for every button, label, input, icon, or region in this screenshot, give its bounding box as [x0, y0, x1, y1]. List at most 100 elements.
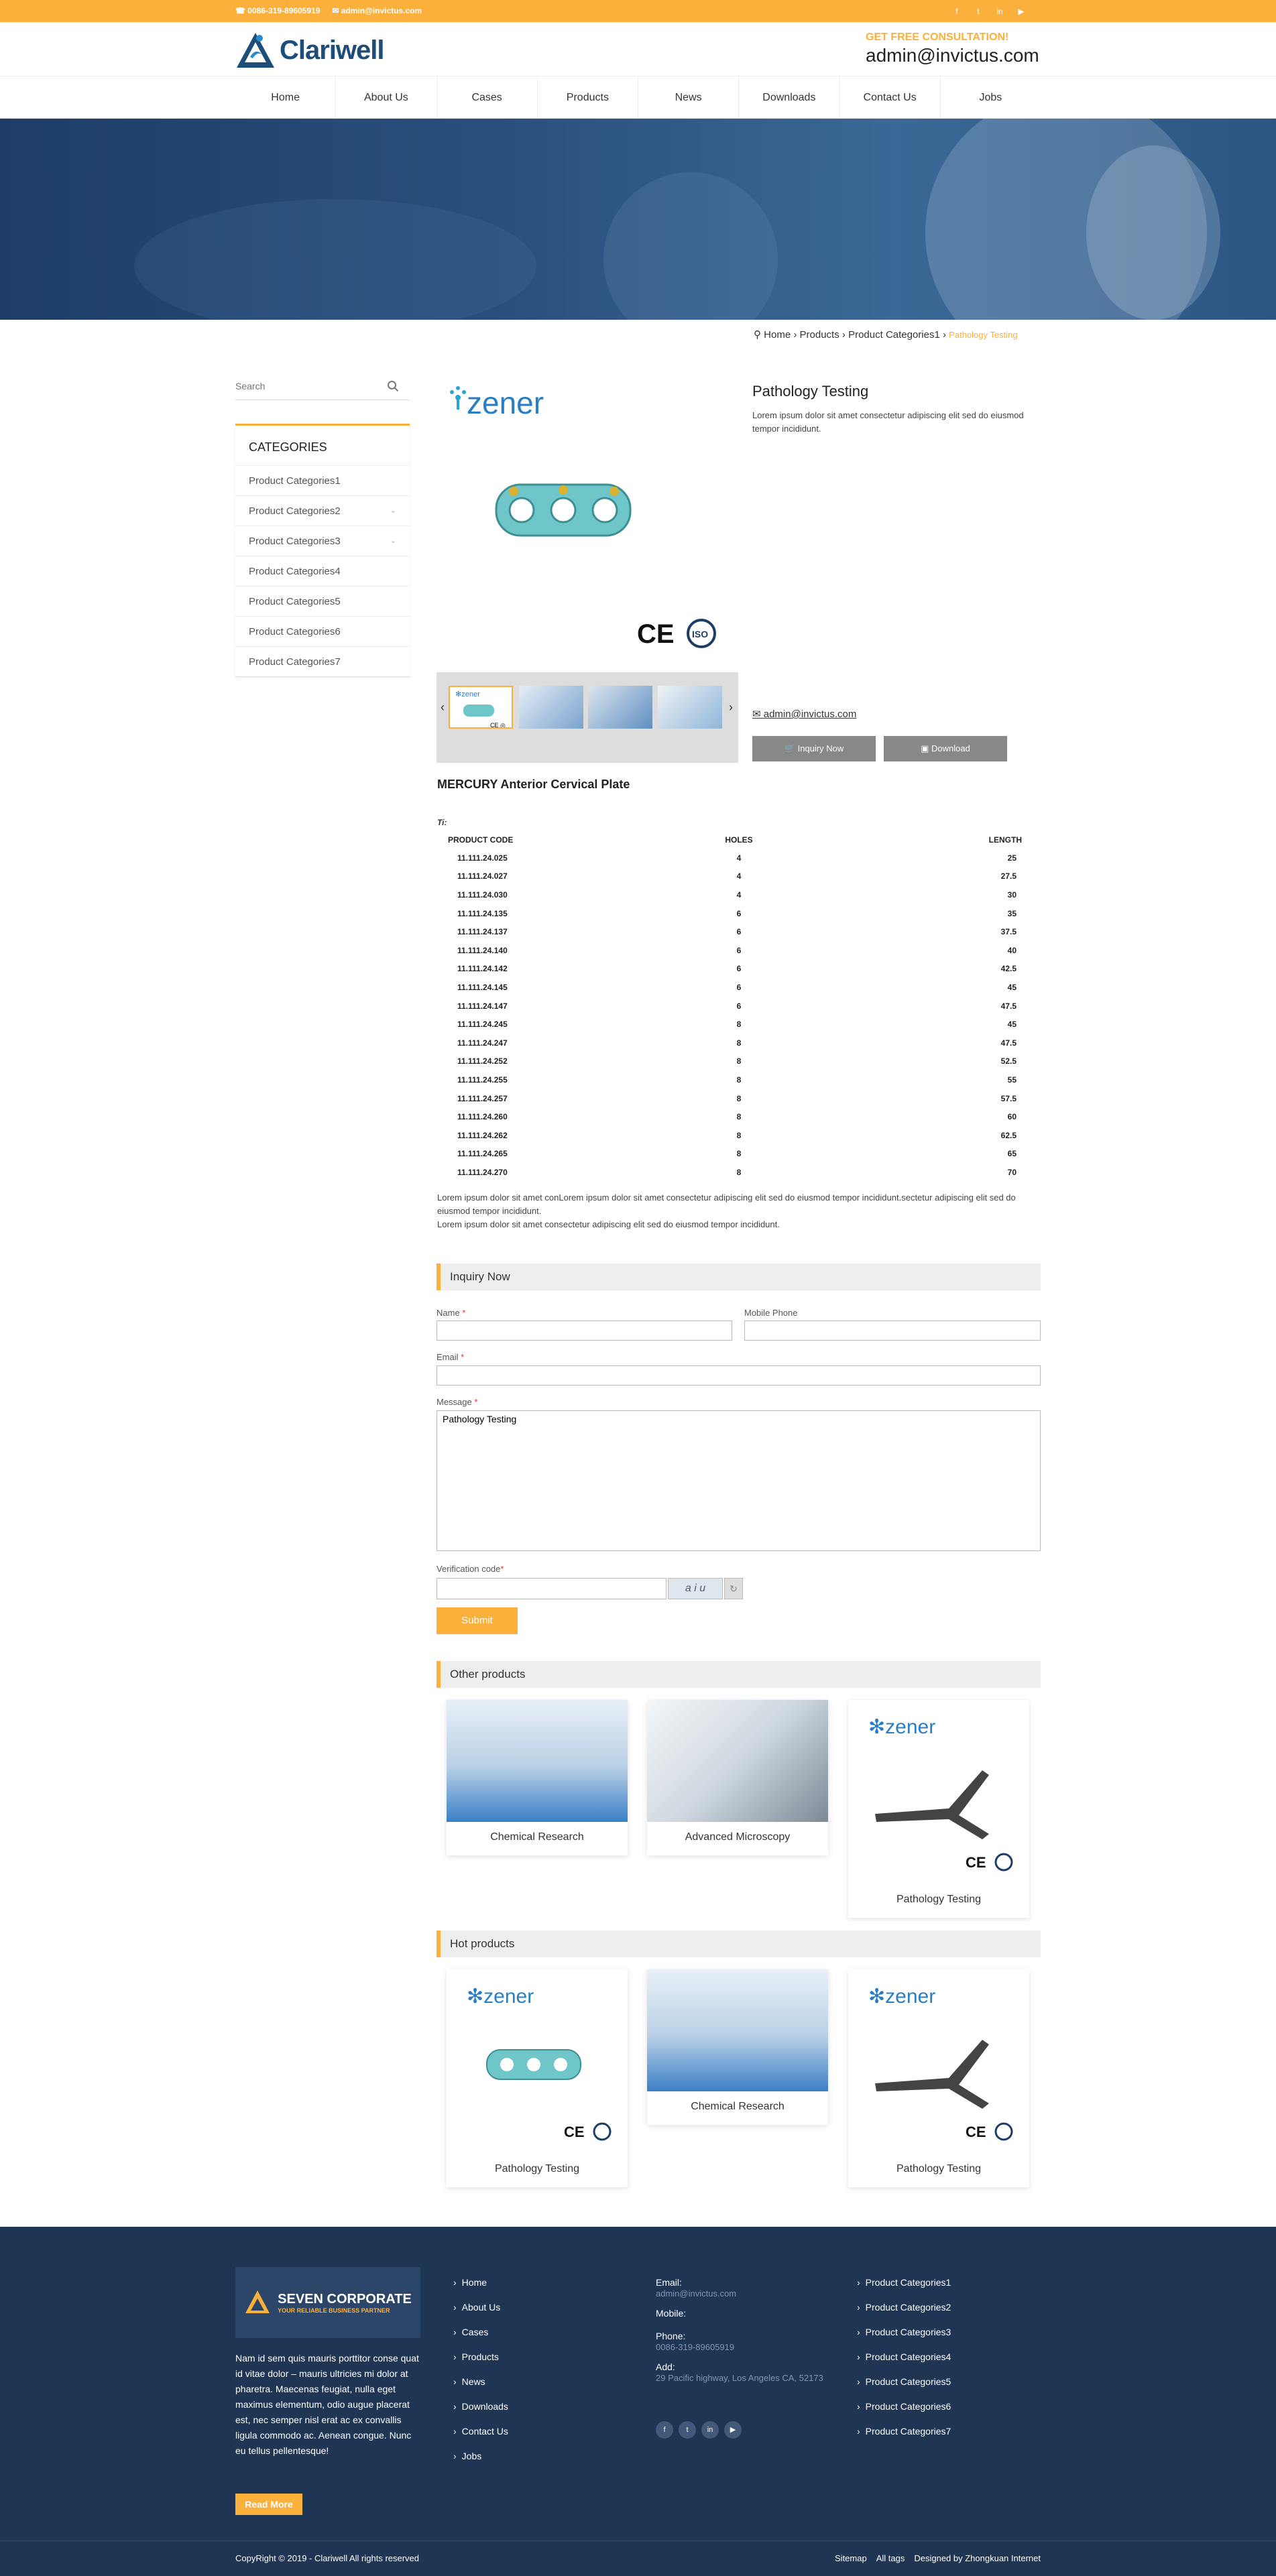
nav-downloads[interactable]: Downloads: [738, 76, 839, 119]
category-item-5[interactable]: Product Categories5: [235, 586, 410, 616]
read-more-button[interactable]: Read More: [235, 2494, 302, 2515]
youtube-icon[interactable]: ▶: [724, 2421, 742, 2439]
card-caption[interactable]: Chemical Research: [647, 2091, 828, 2125]
nav-products[interactable]: Products: [536, 76, 638, 119]
message-field[interactable]: Pathology Testing: [437, 1410, 1041, 1551]
sidebar-search: [235, 373, 410, 400]
card-caption[interactable]: Pathology Testing: [848, 2154, 1029, 2187]
footer-link[interactable]: Jobs: [453, 2451, 508, 2475]
note-paragraph: Lorem ipsum dolor sit amet consectetur a…: [437, 1219, 780, 1229]
submit-button[interactable]: Submit: [437, 1607, 518, 1634]
site-footer: SEVEN CORPORATE YOUR RELIABLE BUSINESS P…: [0, 2227, 1276, 2540]
site-logo[interactable]: Clariwell: [235, 32, 385, 69]
consult-label: GET FREE CONSULTATION!: [866, 32, 1009, 43]
chevron-down-icon[interactable]: ⌄: [390, 496, 396, 526]
table-row: 11.111.24.145 6 45: [457, 982, 1017, 992]
nav-news[interactable]: News: [638, 76, 738, 119]
download-button[interactable]: ▣ Download: [884, 736, 1007, 761]
product-card[interactable]: Chemical Research: [647, 1969, 828, 2125]
twitter-icon[interactable]: t: [972, 5, 984, 17]
footer-link[interactable]: Downloads: [453, 2401, 508, 2426]
table-row: 11.111.24.247 8 47.5: [457, 1038, 1017, 1048]
thumbnail-3[interactable]: [588, 686, 652, 729]
product-card[interactable]: ✻zener CE Pathology Testing: [447, 1969, 628, 2187]
footer-email[interactable]: admin@invictus.com: [656, 2288, 830, 2300]
card-caption[interactable]: Pathology Testing: [848, 1884, 1029, 1918]
table-row: 11.111.24.270 8 70: [457, 1167, 1017, 1177]
nav-contact[interactable]: Contact Us: [839, 76, 940, 119]
footer-category-link[interactable]: Product Categories5: [857, 2376, 951, 2401]
category-item-4[interactable]: Product Categories4: [235, 556, 410, 586]
footer-link[interactable]: Contact Us: [453, 2426, 508, 2451]
chevron-left-icon[interactable]: ‹: [441, 700, 445, 715]
category-item-2[interactable]: Product Categories2 ⌄: [235, 495, 410, 526]
product-email[interactable]: ✉ admin@invictus.com: [752, 708, 856, 720]
category-item-3[interactable]: Product Categories3 ⌄: [235, 526, 410, 556]
table-row: 11.111.24.142 6 42.5: [457, 964, 1017, 974]
linkedin-icon[interactable]: in: [701, 2421, 719, 2439]
footer-link[interactable]: Cases: [453, 2327, 508, 2351]
twitter-icon[interactable]: t: [679, 2421, 696, 2439]
email-field[interactable]: [437, 1365, 1041, 1386]
footer-logo[interactable]: SEVEN CORPORATE YOUR RELIABLE BUSINESS P…: [235, 2267, 420, 2338]
table-row: 11.111.24.030 4 30: [457, 890, 1017, 900]
category-item-7[interactable]: Product Categories7: [235, 646, 410, 676]
consult-email[interactable]: admin@invictus.com: [866, 45, 1039, 66]
verification-field[interactable]: [437, 1578, 666, 1599]
svg-text:CE: CE: [966, 1854, 986, 1871]
captcha-image[interactable]: a i u: [668, 1578, 723, 1599]
thumbnail-4[interactable]: [658, 686, 722, 729]
spec-table: PRODUCT CODE HOLES LENGTH 11.111.24.025 4…: [437, 831, 1041, 1182]
main-nav: Home About Us Cases Products News Downlo…: [0, 76, 1276, 119]
product-main-image[interactable]: zener CE ISO: [436, 364, 738, 669]
footer-category-link[interactable]: Product Categories6: [857, 2401, 951, 2426]
crumb-products[interactable]: Products: [800, 329, 839, 341]
designer-link[interactable]: Designed by Zhongkuan Internet: [914, 2553, 1041, 2563]
chevron-down-icon[interactable]: ⌄: [390, 526, 396, 556]
product-card[interactable]: ✻zener CE Pathology Testing: [848, 1969, 1029, 2187]
nav-about[interactable]: About Us: [335, 76, 436, 119]
nav-home[interactable]: Home: [235, 76, 335, 119]
product-card[interactable]: Advanced Microscopy: [647, 1700, 828, 1855]
footer-category-link[interactable]: Product Categories4: [857, 2351, 951, 2376]
category-item-6[interactable]: Product Categories6: [235, 616, 410, 646]
product-card[interactable]: ✻zener CE Pathology Testing: [848, 1700, 1029, 1918]
card-caption[interactable]: Chemical Research: [447, 1822, 628, 1855]
all-tags-link[interactable]: All tags: [876, 2553, 905, 2563]
search-icon[interactable]: [387, 380, 399, 392]
footer-link[interactable]: About Us: [453, 2302, 508, 2327]
thumbnail-1[interactable]: ✻zener CE ◎: [449, 686, 513, 729]
thumbnail-2[interactable]: [519, 686, 583, 729]
search-input[interactable]: [235, 373, 383, 399]
linkedin-icon[interactable]: in: [994, 5, 1006, 17]
inquiry-now-button[interactable]: 🛒 Inquiry Now: [752, 736, 876, 761]
youtube-icon[interactable]: ▶: [1015, 5, 1027, 17]
name-field[interactable]: [437, 1321, 732, 1341]
chevron-right-icon[interactable]: ›: [729, 700, 733, 715]
nav-jobs[interactable]: Jobs: [939, 76, 1041, 119]
facebook-icon[interactable]: f: [951, 5, 963, 17]
table-row: 11.111.24.137 6 37.5: [457, 927, 1017, 937]
nav-cases[interactable]: Cases: [436, 76, 537, 119]
crumb-home[interactable]: Home: [764, 329, 791, 341]
refresh-icon[interactable]: ↻: [724, 1578, 743, 1599]
category-item-1[interactable]: Product Categories1: [235, 465, 410, 495]
footer-category-link[interactable]: Product Categories7: [857, 2426, 951, 2451]
crumb-category[interactable]: Product Categories1: [848, 329, 940, 341]
footer-link[interactable]: Products: [453, 2351, 508, 2376]
card-caption[interactable]: Advanced Microscopy: [647, 1822, 828, 1855]
footer-link[interactable]: News: [453, 2376, 508, 2401]
sitemap-link[interactable]: Sitemap: [835, 2553, 867, 2563]
card-caption[interactable]: Pathology Testing: [447, 2154, 628, 2187]
inquiry-heading: Inquiry Now: [437, 1264, 1041, 1290]
footer-category-link[interactable]: Product Categories2: [857, 2302, 951, 2327]
facebook-icon[interactable]: f: [656, 2421, 673, 2439]
footer-category-link[interactable]: Product Categories1: [857, 2277, 951, 2302]
product-card[interactable]: Chemical Research: [447, 1700, 628, 1855]
footer-category-link[interactable]: Product Categories3: [857, 2327, 951, 2351]
footer-about: Nam id sem quis mauris porttitor conse q…: [235, 2353, 419, 2456]
mobile-phone-field[interactable]: [744, 1321, 1041, 1341]
table-row: 11.111.24.260 8 60: [457, 1112, 1017, 1122]
footer-link[interactable]: Home: [453, 2277, 508, 2302]
topbar-email[interactable]: admin@invictus.com: [341, 6, 422, 15]
